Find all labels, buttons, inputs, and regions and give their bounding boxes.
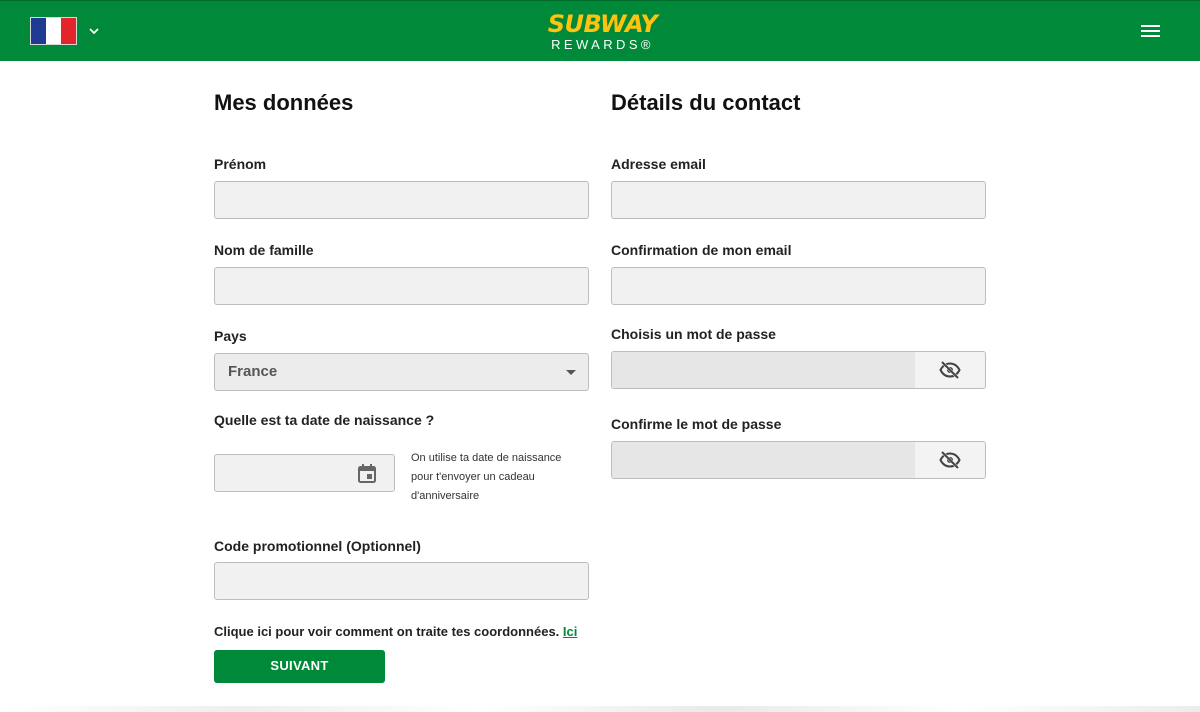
last-name-input[interactable] — [214, 267, 589, 305]
toggle-password-confirm-visibility-button[interactable] — [915, 442, 985, 478]
birthdate-hint: On utilise ta date de naissance pour t'e… — [411, 452, 562, 502]
email-input[interactable] — [611, 181, 986, 219]
eye-off-icon — [939, 361, 961, 379]
privacy-link[interactable]: Ici — [563, 624, 577, 639]
password-confirm-input[interactable] — [612, 442, 915, 478]
logo-wordmark: SUBWAY — [547, 10, 658, 38]
toggle-password-visibility-button[interactable] — [915, 352, 985, 388]
contact-details-title: Détails du contact — [611, 90, 801, 115]
promo-code-label: Code promotionnel (Optionnel) — [214, 538, 421, 554]
birthdate-input[interactable] — [214, 454, 395, 492]
country-value: France — [228, 363, 278, 380]
promo-code-input[interactable] — [214, 562, 589, 600]
birthdate-label: Quelle est ta date de naissance ? — [214, 412, 435, 428]
password-field — [611, 351, 986, 389]
password-confirm-field — [611, 441, 986, 479]
chevron-down-icon — [89, 28, 99, 35]
privacy-text: Clique ici pour voir comment on traite t… — [214, 624, 560, 639]
password-confirm-label: Confirme le mot de passe — [611, 416, 782, 432]
email-confirm-label: Confirmation de mon email — [611, 242, 792, 258]
password-label: Choisis un mot de passe — [611, 326, 776, 342]
my-details-title: Mes données — [214, 90, 354, 115]
subway-rewards-logo[interactable]: SUBWAY REWARDS® — [545, 12, 660, 54]
country-label: Pays — [214, 328, 247, 344]
page-bottom-edge — [0, 706, 1200, 712]
last-name-label: Nom de famille — [214, 242, 314, 258]
email-label: Adresse email — [611, 156, 706, 172]
logo-subtitle: REWARDS® — [551, 37, 654, 52]
language-selector[interactable] — [30, 17, 99, 45]
eye-off-icon — [939, 451, 961, 469]
top-bar: SUBWAY REWARDS® — [0, 0, 1200, 61]
password-input[interactable] — [612, 352, 915, 388]
france-flag-icon — [30, 17, 77, 45]
privacy-note: Clique ici pour voir comment on traite t… — [214, 624, 577, 639]
calendar-icon[interactable] — [357, 463, 377, 484]
first-name-input[interactable] — [214, 181, 589, 219]
first-name-label: Prénom — [214, 156, 267, 172]
next-button[interactable]: SUIVANT — [214, 650, 385, 683]
hamburger-menu-icon[interactable] — [1141, 25, 1160, 39]
email-confirm-input[interactable] — [611, 267, 986, 305]
country-select[interactable]: France — [214, 353, 589, 391]
dropdown-caret-icon — [566, 370, 576, 375]
